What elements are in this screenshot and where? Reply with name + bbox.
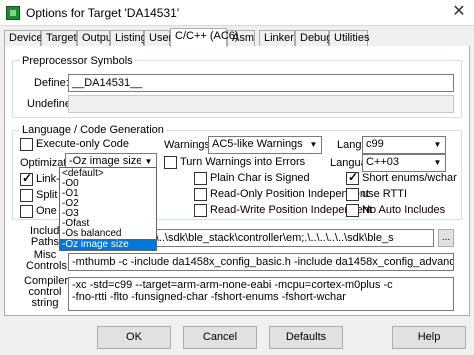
warnings-label: Warnings: (164, 139, 214, 151)
warnings-value: AC5-like Warnings (212, 138, 303, 150)
warnings-select[interactable]: AC5-like Warnings ▼ (208, 136, 322, 154)
include-browse-button[interactable]: ... (438, 229, 454, 247)
no-auto-includes-checkbox[interactable] (346, 204, 359, 217)
short-enums-checkbox[interactable] (346, 170, 359, 185)
compiler-string-line1: -xc -std=c99 --target=arm-arm-none-eabi … (72, 279, 393, 291)
tab-linker[interactable]: Linker (259, 30, 295, 46)
chevron-down-icon: ▼ (430, 155, 445, 171)
misc-controls-input[interactable]: -mthumb -c -include da1458x_config_basic… (68, 253, 454, 271)
rw-pi-checkbox[interactable] (194, 204, 207, 217)
compiler-string-label: Compiler control string (24, 276, 68, 309)
execute-only-label: Execute-only Code (36, 138, 129, 150)
tab-utilities[interactable]: Utilities (329, 30, 369, 46)
include-label-line2: Paths (30, 236, 60, 248)
turn-warnings-checkbox[interactable] (164, 156, 177, 169)
language-cpp-select[interactable]: C++03 ▼ (362, 154, 446, 172)
tab-target[interactable]: Target (41, 30, 77, 46)
preprocessor-title: Preprocessor Symbols (20, 55, 135, 67)
split-load-checkbox[interactable] (20, 189, 33, 202)
compiler-string-line2: -fno-rtti -flto -funsigned-char -fshort-… (72, 291, 346, 303)
ok-button[interactable]: OK (97, 326, 171, 349)
use-rtti-label: use RTTI (362, 188, 408, 200)
tab-debug[interactable]: Debug (295, 30, 332, 46)
misc-label-line2: Controls (26, 260, 67, 272)
cancel-button[interactable]: Cancel (183, 326, 257, 349)
turn-warnings-label: Turn Warnings into Errors (180, 156, 306, 168)
use-rtti-checkbox[interactable] (346, 188, 359, 201)
tab-user[interactable]: User (144, 30, 172, 46)
chevron-down-icon: ▼ (306, 137, 321, 153)
tab-cpp-ac6[interactable]: C/C++ (AC6) (170, 28, 239, 47)
defaults-button[interactable]: Defaults (269, 326, 343, 349)
language-c-value: c99 (366, 138, 384, 150)
include-paths-label: Include Paths (30, 226, 65, 248)
plain-char-label: Plain Char is Signed (210, 172, 310, 184)
undefine-input[interactable] (68, 95, 454, 113)
compiler-label-line3: string (31, 297, 59, 309)
optimization-dropdown: <default> -O0 -O1 -O2 -O3 -Ofast -Os bal… (59, 167, 157, 251)
dropdown-option[interactable]: -Os balanced (60, 228, 156, 239)
define-label: Define: (34, 77, 69, 89)
tab-listing[interactable]: Listing (110, 30, 147, 46)
one-elf-checkbox[interactable] (20, 205, 33, 218)
execute-only-checkbox[interactable] (20, 138, 33, 151)
app-icon (6, 6, 20, 20)
short-enums-label: Short enums/wchar (362, 172, 457, 184)
chevron-down-icon: ▼ (430, 137, 445, 153)
link-time-checkbox[interactable] (20, 171, 33, 186)
window-title: Options for Target 'DA14531' (26, 6, 180, 20)
optimization-value: -Oz image size (69, 155, 143, 167)
define-input[interactable]: __DA14531__ (68, 74, 454, 92)
language-c-select[interactable]: c99 ▼ (362, 136, 446, 154)
ro-pi-checkbox[interactable] (194, 188, 207, 201)
compiler-string-textarea[interactable]: -xc -std=c99 --target=arm-arm-none-eabi … (68, 277, 454, 311)
tab-output[interactable]: Output (77, 30, 115, 46)
close-button[interactable]: ✕ (446, 2, 472, 24)
misc-controls-label: Misc Controls (26, 250, 67, 272)
plain-char-checkbox[interactable] (194, 172, 207, 185)
codegen-title: Language / Code Generation (20, 124, 166, 136)
no-auto-includes-label: No Auto Includes (362, 204, 446, 216)
tab-device[interactable]: Device (4, 30, 43, 46)
help-button[interactable]: Help (392, 326, 466, 349)
language-cpp-value: C++03 (366, 156, 400, 168)
dropdown-option-selected[interactable]: -Oz image size (60, 239, 156, 250)
